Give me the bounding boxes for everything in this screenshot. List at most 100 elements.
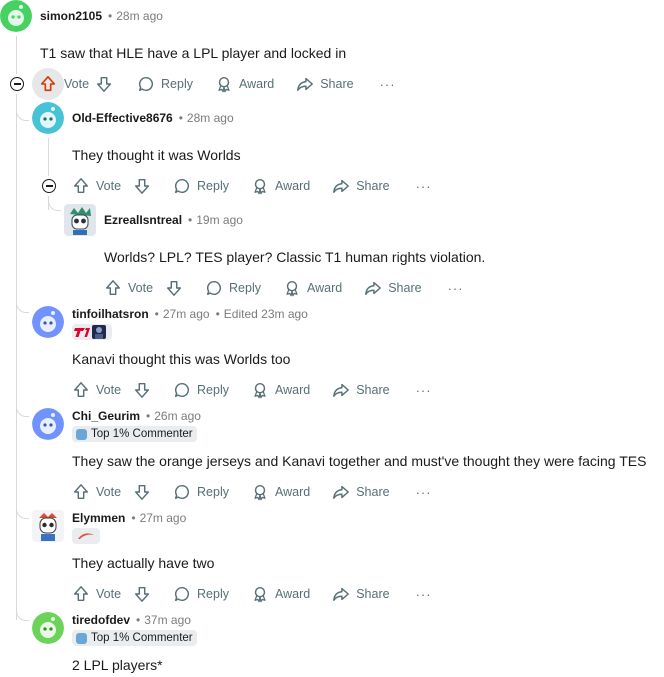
share-button[interactable]: Share [358,272,427,304]
flair-text: Top 1% Commenter [91,428,193,440]
avatar[interactable] [32,408,64,440]
comment-time[interactable]: 27m ago [163,307,210,321]
more-options-button[interactable]: ··· [406,476,442,508]
vote-label: Vote [96,383,122,397]
downvote-button[interactable] [89,68,119,100]
avatar[interactable] [32,510,64,542]
more-options-button[interactable]: ··· [406,578,442,610]
comment-body: T1 saw that HLE have a LPL player and lo… [40,45,347,61]
comment-author[interactable]: simon2105 [40,9,102,23]
downvote-icon [135,178,150,194]
comment-icon [139,76,154,92]
comment-time[interactable]: 26m ago [154,409,201,423]
separator-dot: • [188,213,193,227]
upvote-icon [40,75,56,92]
user-flair-image [72,528,100,544]
share-icon [333,179,350,194]
comment-body: They actually have two [72,555,215,571]
share-button[interactable]: Share [326,476,395,508]
upvote-button[interactable]: Vote [66,170,127,202]
flair-text: Top 1% Commenter [91,632,193,644]
downvote-button[interactable] [159,272,189,304]
reply-button[interactable]: Reply [167,170,235,202]
award-label: Award [275,383,311,397]
separator-dot: • [146,409,151,423]
downvote-button[interactable] [127,374,157,406]
comment-author[interactable]: Old-Effective8676 [72,111,173,125]
share-label: Share [356,179,390,193]
share-button[interactable]: Share [290,68,359,100]
comment-author[interactable]: tiredofdev [72,613,130,627]
share-button[interactable]: Share [326,374,395,406]
comment-author[interactable]: EzrealIsntreal [104,213,182,227]
award-button[interactable]: Award [245,476,316,508]
player-photo-icon [92,325,106,339]
comment-time[interactable]: 28m ago [116,9,163,23]
downvote-button[interactable] [127,170,157,202]
comment-body: Kanavi thought this was Worlds too [72,351,291,367]
more-options-button[interactable]: ··· [406,170,442,202]
more-options-button[interactable]: ··· [438,272,474,304]
edited-time: Edited 23m ago [223,307,308,321]
comment-author[interactable]: Chi_Geurim [72,409,140,423]
share-button[interactable]: Share [326,578,395,610]
upvote-button[interactable] [32,68,64,100]
vote-group: Vote [32,68,119,100]
comment-time[interactable]: 28m ago [187,111,234,125]
award-button[interactable]: Award [245,578,316,610]
collapse-thread-button[interactable] [10,77,24,91]
comment-actions: Vote Reply Award Share ··· [66,476,442,508]
upvote-button[interactable]: Vote [66,578,127,610]
reply-button[interactable]: Reply [167,578,235,610]
upvote-button[interactable]: Vote [98,272,159,304]
reply-label: Reply [197,383,229,397]
comment-time[interactable]: 27m ago [140,511,187,525]
comment-actions: Vote Reply Award Share ··· [66,578,442,610]
comment-actions: Vote Reply Award Share ··· [66,374,442,406]
share-label: Share [320,77,354,91]
award-button[interactable]: Award [209,68,280,100]
reply-button[interactable]: Reply [167,476,235,508]
award-label: Award [239,77,275,91]
more-options-button[interactable]: ··· [406,374,442,406]
share-icon [297,77,314,92]
downvote-button[interactable] [127,476,157,508]
share-button[interactable]: Share [326,170,395,202]
award-label: Award [275,485,311,499]
award-button[interactable]: Award [277,272,348,304]
downvote-button[interactable] [127,578,157,610]
avatar[interactable] [32,612,64,644]
award-button[interactable]: Award [245,374,316,406]
share-icon [365,281,382,296]
award-icon [218,76,230,93]
more-options-button[interactable]: ··· [370,68,406,100]
comment-time[interactable]: 19m ago [196,213,243,227]
downvote-icon [97,76,112,92]
award-icon [254,586,266,603]
separator-dot: • [136,613,141,627]
upvote-icon [73,586,89,602]
comment-author[interactable]: Elymmen [72,511,125,525]
share-label: Share [356,485,390,499]
avatar[interactable] [32,102,64,134]
upvote-button[interactable]: Vote [66,374,127,406]
reply-label: Reply [197,587,229,601]
collapse-thread-button[interactable] [42,179,56,193]
vote-label: Vote [96,485,122,499]
reply-label: Reply [161,77,193,91]
reply-button[interactable]: Reply [131,68,199,100]
award-icon [286,280,298,297]
comment-icon [207,280,222,296]
comment-time[interactable]: 37m ago [144,613,191,627]
comment-actions: Vote Reply Award Share ··· [32,68,406,100]
avatar[interactable] [0,0,32,32]
reply-button[interactable]: Reply [167,374,235,406]
avatar[interactable] [32,306,64,338]
comment-icon [175,586,190,602]
award-button[interactable]: Award [245,170,316,202]
avatar[interactable] [64,204,96,236]
upvote-button[interactable]: Vote [66,476,127,508]
comment-author[interactable]: tinfoilhatsron [72,307,149,321]
reply-button[interactable]: Reply [199,272,267,304]
downvote-icon [135,484,150,500]
